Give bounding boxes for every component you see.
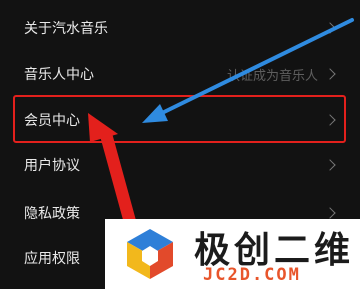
cube-logo-icon xyxy=(127,229,173,279)
watermark-domain: JC2D.COM xyxy=(203,265,301,285)
blue-arrow-shaft xyxy=(158,18,354,116)
blue-arrow-head xyxy=(142,104,168,123)
watermark-banner: 极创二维 JC2D.COM xyxy=(105,219,360,289)
red-arrow-head xyxy=(88,113,118,142)
